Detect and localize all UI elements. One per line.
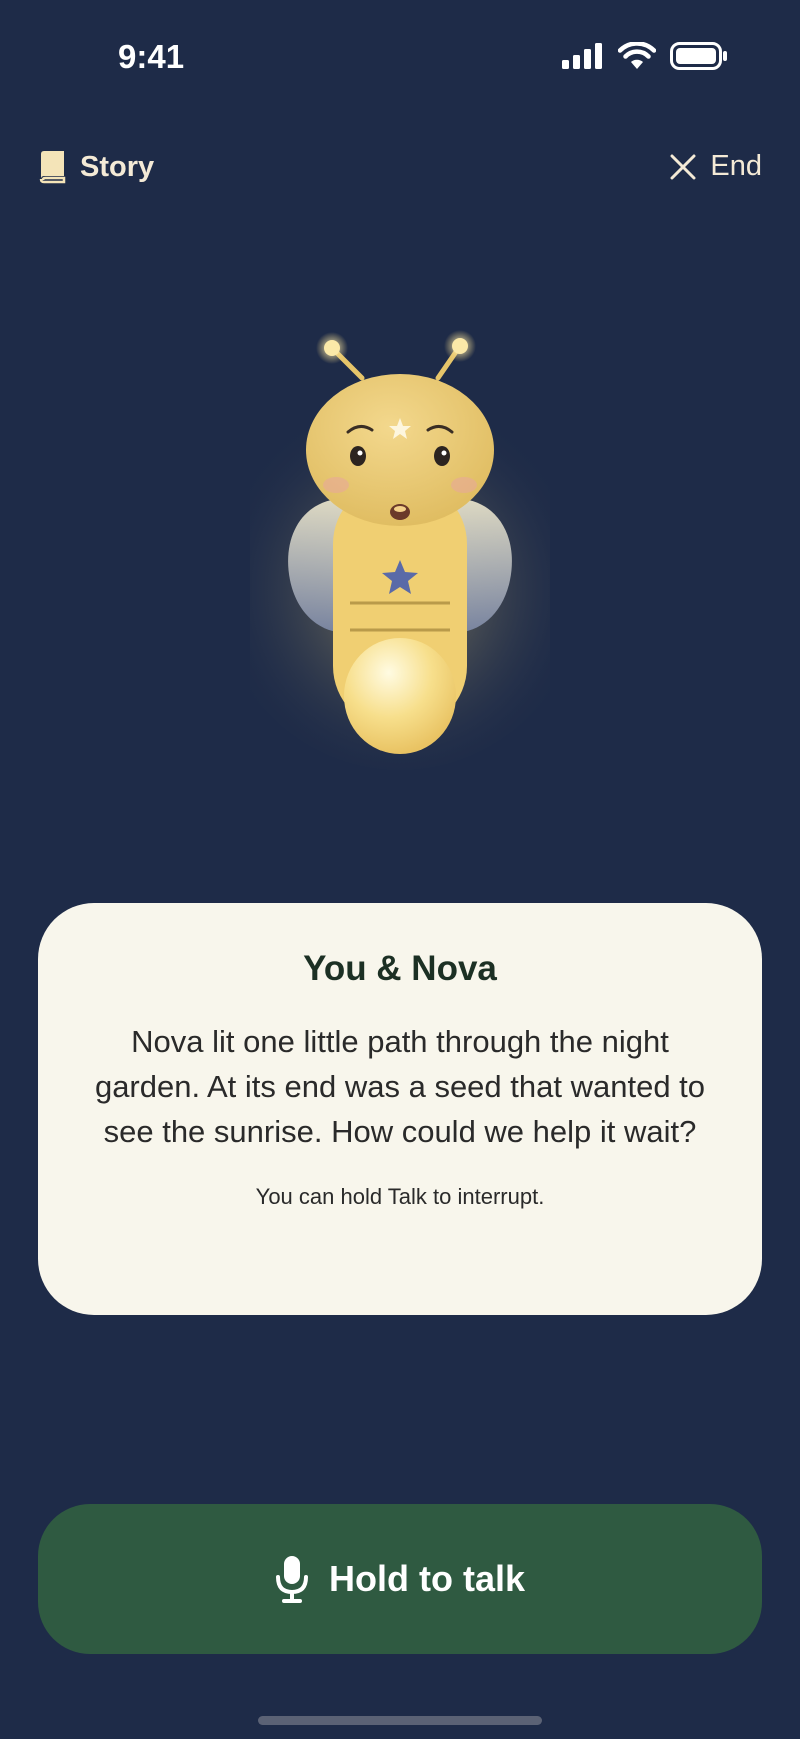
cellular-signal-icon <box>562 43 602 69</box>
status-bar: 9:41 <box>0 0 800 120</box>
story-text: Nova lit one little path through the nig… <box>94 1024 706 1149</box>
hold-to-talk-button[interactable]: Hold to talk <box>38 1504 762 1654</box>
status-icons <box>562 42 728 70</box>
story-button[interactable]: Story <box>38 150 154 184</box>
status-time: 9:41 <box>118 38 185 75</box>
home-indicator <box>258 1716 542 1725</box>
story-label: Story <box>80 150 155 183</box>
battery-icon <box>670 42 727 70</box>
close-icon <box>670 154 696 179</box>
top-nav: Story End <box>0 150 800 200</box>
story-card: You & Nova Nova lit one little path thro… <box>38 903 762 1315</box>
interrupt-hint: You can hold Talk to interrupt. <box>255 1184 545 1209</box>
wifi-icon <box>618 42 656 69</box>
book-icon <box>39 151 66 184</box>
end-label: End <box>710 150 762 182</box>
firefly-nova-illustration <box>250 330 550 770</box>
microphone-icon <box>276 1556 308 1603</box>
end-button[interactable]: End <box>670 150 762 183</box>
talk-label: Hold to talk <box>329 1558 525 1599</box>
card-title: You & Nova <box>303 949 497 988</box>
